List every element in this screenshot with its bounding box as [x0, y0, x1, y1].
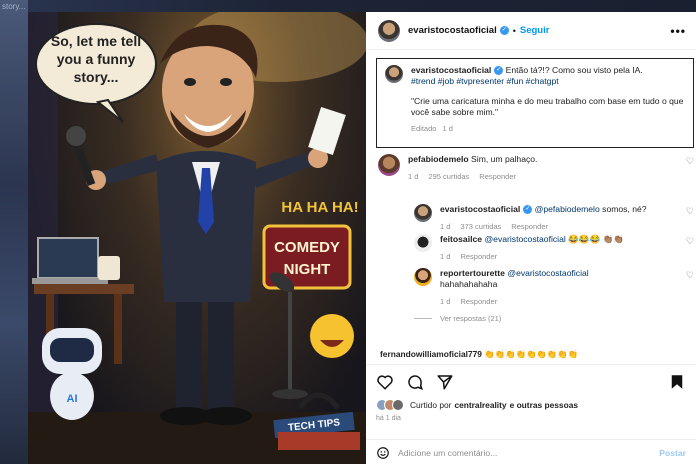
liked-by-others[interactable]: e outras pessoas	[510, 400, 578, 410]
caption-username[interactable]: evaristocostaoficial	[411, 65, 491, 75]
comment-time: 1 d	[408, 172, 419, 181]
reply-button[interactable]: Responder	[511, 222, 548, 231]
liked-by: Curtido por centralreality e outras pess…	[366, 399, 696, 411]
comment-mention[interactable]: @evaristocostaoficial	[484, 234, 565, 244]
comment-mention[interactable]: @pefabiodemelo	[535, 204, 600, 214]
comment-text: hahahahahaha	[440, 279, 498, 289]
reply-item: reportertourette @evaristocostaoficial h…	[414, 268, 694, 307]
background-strip: story...	[0, 0, 28, 464]
comment-username[interactable]: evaristocostaoficial	[440, 204, 520, 214]
liked-by-prefix: Curtido por	[410, 400, 452, 410]
verified-badge-icon: ✓	[523, 205, 533, 215]
reply-item: feitosailce @evaristocostaoficial 😂😂😂 👏🏽…	[414, 234, 694, 262]
speech-line-2: you a funny	[57, 51, 136, 67]
partial-comment[interactable]: fernandowilliamoficial779 👏👏👏👏👏👏👏👏👏	[380, 349, 690, 361]
screen: story... So, let me tell you a funny sto…	[0, 0, 696, 464]
liked-by-user[interactable]: centralreality	[454, 400, 506, 410]
comment-time: 1 d	[440, 297, 451, 306]
verified-badge-icon: ✓	[494, 66, 504, 76]
separator-dot: •	[512, 25, 516, 36]
commenter-avatar[interactable]	[414, 204, 432, 222]
heart-icon[interactable]: ♡	[686, 156, 694, 167]
comment-likes[interactable]: 373 curtidas	[460, 222, 501, 231]
post-header: evaristocostaoficial ✓ • Seguir •••	[366, 12, 696, 50]
robot-label: AI	[67, 393, 78, 405]
comment-username[interactable]: reportertourette	[440, 268, 505, 278]
reply-button[interactable]: Responder	[479, 172, 516, 181]
heart-icon[interactable]: ♡	[686, 270, 694, 281]
caption-time: 1 d	[442, 124, 453, 133]
follow-button[interactable]: Seguir	[520, 25, 550, 36]
caricature-illustration: So, let me tell you a funny story... HA …	[28, 12, 366, 464]
speech-line-1: So, let me tell	[51, 33, 141, 49]
post-actions: Curtido por centralreality e outras pess…	[366, 364, 696, 464]
commenter-avatar[interactable]	[378, 154, 400, 176]
post-time: há 1 dia	[376, 415, 401, 422]
caption-hashtags[interactable]: #trend #job #tvpresenter #fun #chatgpt	[411, 76, 685, 87]
background-text: story...	[2, 2, 26, 11]
view-replies-label[interactable]: Ver respostas (21)	[440, 314, 501, 323]
reply-item: evaristocostaoficial ✓ @pefabiodemelo som…	[414, 204, 694, 232]
author-avatar[interactable]	[378, 19, 400, 42]
caption-quote: "Crie uma caricatura minha e do meu trab…	[411, 96, 684, 117]
ha-ha-text: HA HA HA!	[281, 199, 358, 216]
post-button[interactable]: Postar	[659, 448, 686, 458]
liker-avatars[interactable]	[376, 399, 404, 411]
comment-likes[interactable]: 295 curtidas	[428, 172, 469, 181]
edited-label: Editado	[411, 124, 437, 133]
comment-input[interactable]: Adicione um comentário...	[398, 448, 497, 458]
view-replies-button[interactable]: Ver respostas (21)	[414, 314, 501, 323]
heart-icon[interactable]: ♡	[686, 236, 694, 247]
post-details-panel: evaristocostaoficial ✓ • Seguir ••• evar…	[366, 12, 696, 464]
sign-night: NIGHT	[284, 261, 331, 278]
caption-highlight: evaristocostaoficial ✓ Então tá?!? Como s…	[376, 58, 694, 148]
bookmark-icon[interactable]	[668, 373, 686, 391]
caption-avatar[interactable]	[385, 65, 403, 83]
comment-time: 1 d	[440, 252, 451, 261]
post-image[interactable]: So, let me tell you a funny story... HA …	[28, 12, 366, 464]
comment-mention[interactable]: @evaristocostaoficial	[507, 268, 588, 278]
verified-badge-icon: ✓	[499, 26, 509, 35]
caption-meta: Editado 1 d	[411, 123, 685, 134]
comment-text: somos, né?	[602, 204, 647, 214]
comment-bubble-icon[interactable]	[406, 373, 424, 391]
add-comment-bar: Adicione um comentário... Postar	[366, 439, 696, 464]
comment-text: 😂😂😂 👏🏽👏🏽	[568, 234, 625, 244]
author-username[interactable]: evaristocostaoficial	[408, 25, 497, 36]
share-send-icon[interactable]	[436, 373, 454, 391]
sign-comedy: COMEDY	[274, 239, 340, 256]
comment-time: 1 d	[440, 222, 451, 231]
heart-icon[interactable]: ♡	[686, 206, 694, 217]
comment-username[interactable]: feitosailce	[440, 234, 482, 244]
reply-button[interactable]: Responder	[460, 252, 497, 261]
commenter-avatar[interactable]	[414, 268, 432, 286]
comment-text: Sim, um palhaço.	[471, 154, 538, 164]
reply-button[interactable]: Responder	[460, 297, 497, 306]
commenter-avatar[interactable]	[414, 234, 432, 252]
caption: evaristocostaoficial ✓ Então tá?!? Como s…	[411, 65, 685, 134]
speech-line-3: story...	[74, 69, 119, 85]
more-options-icon[interactable]: •••	[670, 24, 686, 38]
caption-text: Então tá?!? Como sou visto pela IA.	[505, 65, 643, 75]
comment-username[interactable]: pefabiodemelo	[408, 154, 469, 164]
comment-item: pefabiodemelo Sim, um palhaço. 1 d 295 cu…	[378, 154, 694, 182]
like-heart-icon[interactable]	[376, 373, 394, 391]
emoji-icon[interactable]	[376, 446, 390, 460]
replies-divider	[414, 318, 432, 319]
